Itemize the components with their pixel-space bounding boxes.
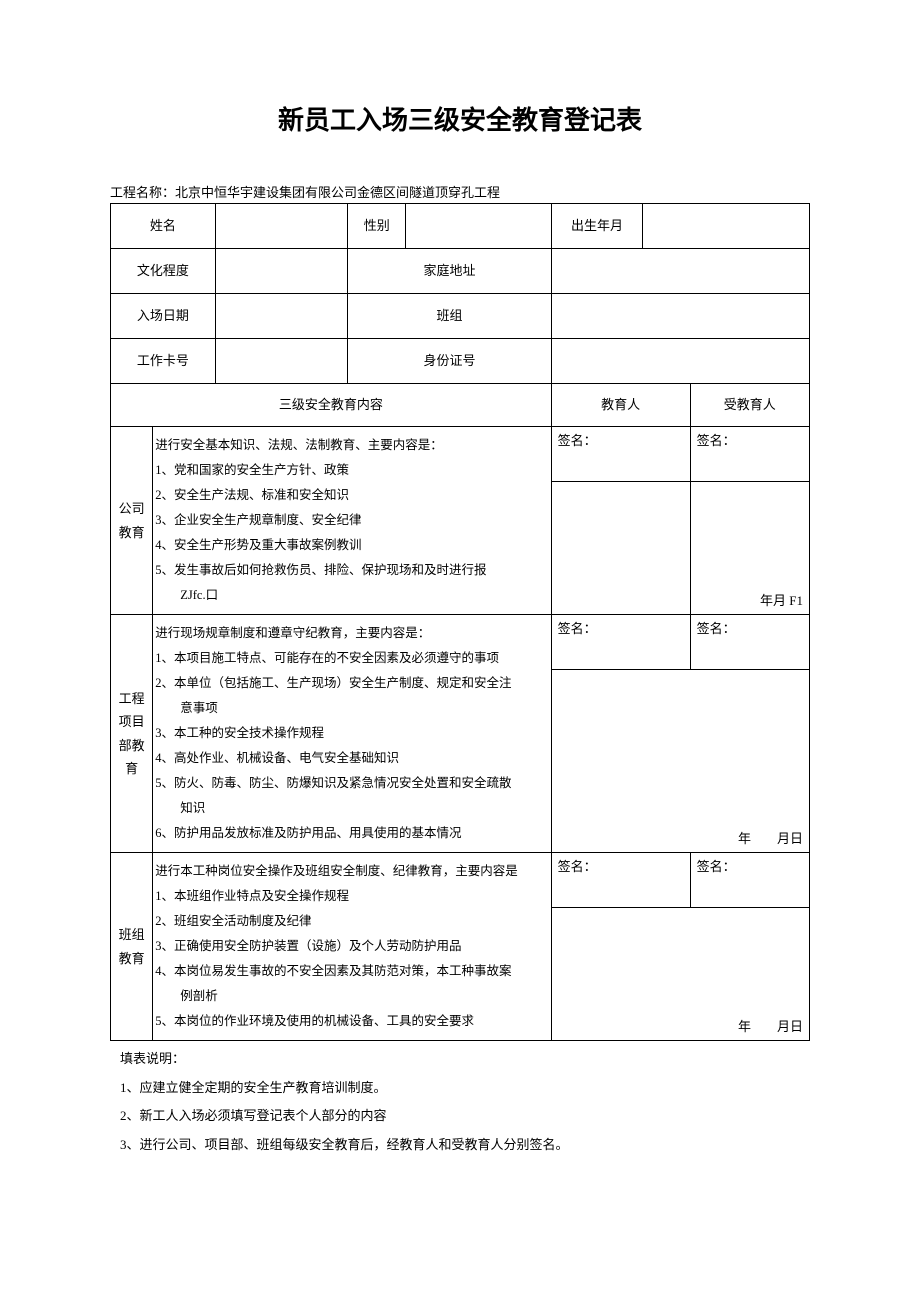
note-1: 1、应建立健全定期的安全生产教育培训制度。 [120, 1074, 810, 1103]
gender-value[interactable] [406, 204, 552, 249]
notes-label: 填表说明： [120, 1045, 810, 1074]
section2-date[interactable]: 年 月日 [551, 670, 809, 853]
addr-label: 家庭地址 [348, 249, 551, 294]
content-header: 三级安全教育内容 [111, 384, 552, 427]
section3-body: 进行本工种岗位安全操作及班组安全制度、纪律教育，主要内容是 1、本班组作业特点及… [153, 853, 551, 1041]
edu-value[interactable] [215, 249, 348, 294]
name-value[interactable] [215, 204, 348, 249]
id-value[interactable] [551, 339, 809, 384]
section3-educatee-sig[interactable]: 签名： [690, 853, 809, 908]
section3-educator-sig[interactable]: 签名： [551, 853, 690, 908]
id-label: 身份证号 [348, 339, 551, 384]
team-label: 班组 [348, 294, 551, 339]
section1-body: 进行安全基本知识、法规、法制教育、主要内容是： 1、党和国家的安全生产方针、政策… [153, 427, 551, 615]
section1-educator-blank[interactable] [551, 482, 690, 615]
project-name: 北京中恒华宇建设集团有限公司金德区间隧道顶穿孔工程 [175, 185, 500, 200]
section3-label: 班组教育 [111, 853, 153, 1041]
educatee-header: 受教育人 [690, 384, 809, 427]
card-label: 工作卡号 [111, 339, 216, 384]
birth-label: 出生年月 [551, 204, 643, 249]
name-label: 姓名 [111, 204, 216, 249]
team-value[interactable] [551, 294, 809, 339]
gender-label: 性别 [348, 204, 406, 249]
project-label: 工程名称： [110, 185, 175, 200]
project-line: 工程名称：北京中恒华宇建设集团有限公司金德区间隧道顶穿孔工程 [110, 182, 810, 201]
section2-label: 工程项目部教育 [111, 615, 153, 853]
addr-value[interactable] [551, 249, 809, 294]
section1-educator-sig[interactable]: 签名： [551, 427, 690, 482]
note-2: 2、新工人入场必须填写登记表个人部分的内容 [120, 1102, 810, 1131]
entry-date-value[interactable] [215, 294, 348, 339]
notes-block: 填表说明： 1、应建立健全定期的安全生产教育培训制度。 2、新工人入场必须填写登… [110, 1045, 810, 1159]
section2-body: 进行现场规章制度和遵章守纪教育，主要内容是： 1、本项目施工特点、可能存在的不安… [153, 615, 551, 853]
note-3: 3、进行公司、项目部、班组每级安全教育后，经教育人和受教育人分别签名。 [120, 1131, 810, 1160]
section2-educatee-sig[interactable]: 签名： [690, 615, 809, 670]
educator-header: 教育人 [551, 384, 690, 427]
page-title: 新员工入场三级安全教育登记表 [110, 100, 810, 137]
section1-label: 公司教育 [111, 427, 153, 615]
birth-value[interactable] [643, 204, 810, 249]
entry-date-label: 入场日期 [111, 294, 216, 339]
section3-date[interactable]: 年 月日 [551, 908, 809, 1041]
section1-date[interactable]: 年月 F1 [690, 482, 809, 615]
section2-educator-sig[interactable]: 签名： [551, 615, 690, 670]
card-value[interactable] [215, 339, 348, 384]
registration-table: 姓名 性别 出生年月 文化程度 家庭地址 入场日期 班组 工作卡号 身份证号 [110, 203, 810, 1041]
edu-label: 文化程度 [111, 249, 216, 294]
section1-educatee-sig[interactable]: 签名： [690, 427, 809, 482]
